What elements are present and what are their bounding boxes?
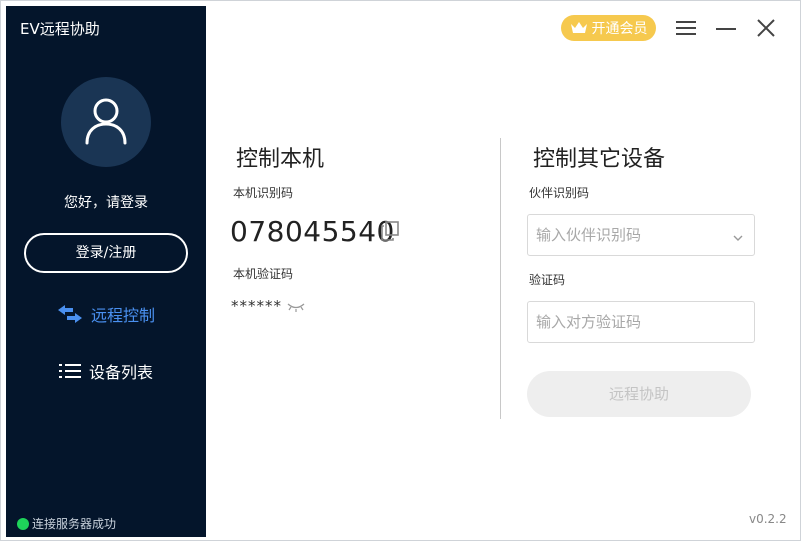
show-password-toggle[interactable]	[287, 298, 305, 317]
status-dot-icon	[17, 517, 29, 530]
minimize-button[interactable]	[714, 16, 738, 40]
nav-item-label: 远程控制	[90, 306, 155, 325]
user-icon	[85, 98, 127, 145]
swap-arrows-icon	[57, 304, 83, 324]
local-pass-label: 本机验证码	[233, 267, 294, 281]
login-register-button[interactable]: 登录/注册	[24, 233, 188, 273]
partner-id-field	[527, 214, 755, 256]
copy-button[interactable]	[380, 221, 400, 245]
verify-code-field	[527, 301, 755, 343]
avatar[interactable]	[61, 77, 151, 167]
sidebar: EV远程协助 您好，请登录 登录/注册 远程控制 设备列表 连接服务器成功	[6, 6, 206, 537]
verify-code-input[interactable]	[536, 302, 726, 342]
greeting-text: 您好，请登录	[64, 195, 148, 211]
close-icon	[757, 19, 775, 37]
version-label: v0.2.2	[749, 512, 787, 526]
copy-icon	[381, 221, 399, 241]
crown-icon	[570, 21, 588, 35]
verify-code-label: 验证码	[529, 273, 566, 287]
list-icon	[58, 363, 81, 379]
eye-closed-icon	[287, 303, 305, 312]
remote-assist-button[interactable]: 远程协助	[527, 371, 751, 417]
local-id-value: 078045540	[230, 215, 395, 248]
local-section-title: 控制本机	[236, 147, 325, 172]
minimize-icon	[716, 28, 736, 30]
vip-button[interactable]: 开通会员	[561, 15, 656, 41]
menu-button[interactable]	[674, 16, 698, 40]
local-id-label: 本机识别码	[233, 186, 294, 200]
app-title: EV远程协助	[20, 20, 100, 38]
local-pass-value: ******	[231, 297, 282, 315]
app-window: EV远程协助 您好，请登录 登录/注册 远程控制 设备列表 连接服务器成功 开通…	[0, 0, 801, 541]
partner-dropdown-toggle[interactable]	[732, 229, 744, 248]
close-button[interactable]	[754, 16, 778, 40]
connection-status: 连接服务器成功	[17, 515, 116, 532]
remote-section-title: 控制其它设备	[533, 147, 666, 172]
nav-item-remote-control[interactable]: 远程控制	[6, 299, 206, 329]
chevron-down-icon	[733, 235, 743, 241]
partner-id-label: 伙伴识别码	[529, 186, 590, 200]
nav-item-device-list[interactable]: 设备列表	[6, 356, 206, 386]
nav-item-label: 设备列表	[88, 363, 153, 382]
partner-id-input[interactable]	[536, 215, 726, 255]
menu-icon	[676, 21, 696, 35]
vip-label: 开通会员	[591, 21, 648, 37]
panel-divider	[500, 138, 501, 419]
status-text: 连接服务器成功	[32, 517, 117, 531]
